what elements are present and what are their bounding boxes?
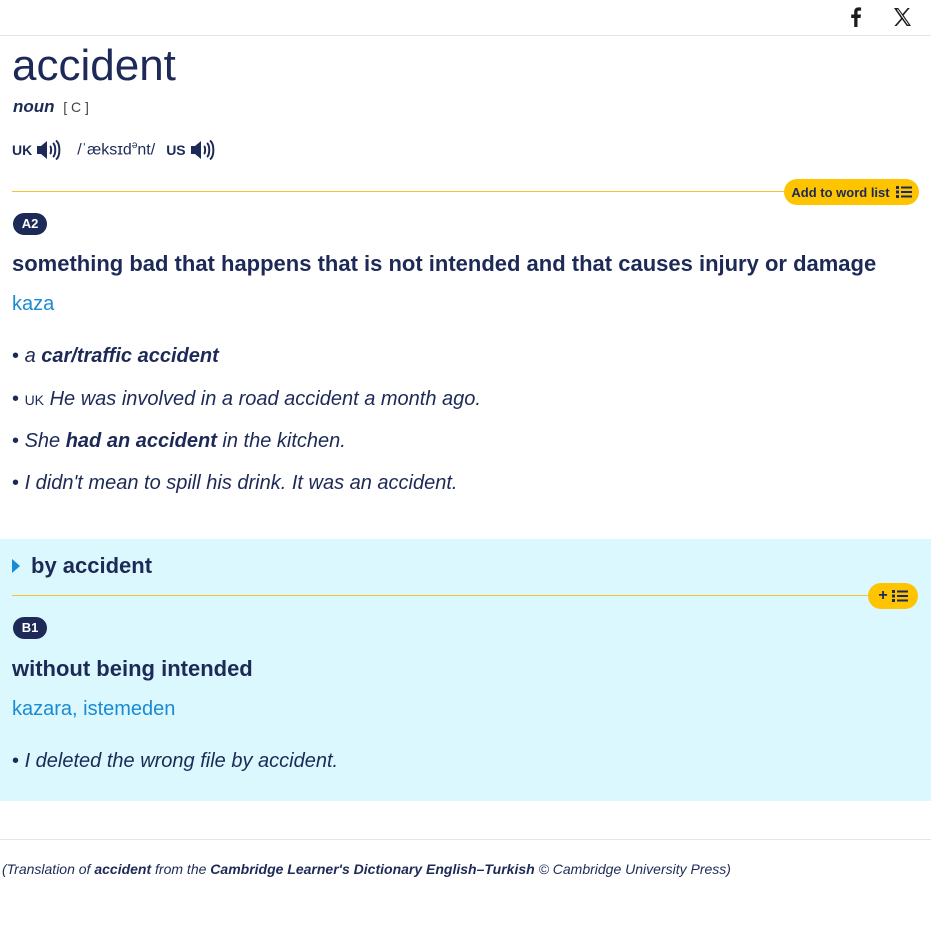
- level-badge: A2: [13, 213, 47, 235]
- level-badge: B1: [13, 617, 47, 639]
- add-to-word-list-button[interactable]: Add to word list: [784, 179, 919, 205]
- translation-credit: (Translation of accident from the Cambri…: [2, 861, 731, 877]
- uk-label: UK: [12, 142, 33, 158]
- footer-divider: [0, 839, 931, 840]
- part-of-speech: noun [ C ]: [13, 96, 89, 118]
- phrase-translation: kazara, istemeden: [12, 698, 176, 720]
- phrase-definition: without being intended: [12, 656, 253, 681]
- x-icon[interactable]: [890, 6, 914, 28]
- ipa-transcription: /ˈæksɪdənt/: [77, 140, 156, 159]
- example-sentence: • UK He was involved in a road accident …: [12, 388, 481, 410]
- pos-label: noun: [13, 97, 55, 116]
- headword: accident: [12, 41, 176, 90]
- uk-speaker-icon[interactable]: [35, 139, 61, 161]
- us-speaker-icon[interactable]: [189, 139, 215, 161]
- facebook-icon[interactable]: [844, 6, 868, 28]
- phrase-divider: [12, 595, 882, 596]
- definition: something bad that happens that is not i…: [12, 251, 877, 276]
- example-sentence: • She had an accident in the kitchen.: [12, 430, 346, 452]
- example-sentence: • a car/traffic accident: [12, 345, 219, 367]
- example-sentence: • I didn't mean to spill his drink. It w…: [12, 472, 458, 494]
- translation: kaza: [12, 293, 55, 315]
- add-phrase-to-word-list-button[interactable]: +: [868, 583, 918, 609]
- top-share-bar: [0, 0, 931, 36]
- us-label: US: [166, 142, 186, 158]
- grammar-code: [ C ]: [63, 99, 89, 115]
- list-icon: [895, 186, 912, 198]
- sense-divider: [12, 191, 802, 192]
- phrase-title[interactable]: by accident: [31, 553, 152, 579]
- example-sentence: • I deleted the wrong file by accident.: [12, 750, 339, 772]
- pronunciation-row: UK /ˈæksɪdənt/ US: [12, 138, 215, 162]
- expand-triangle-icon[interactable]: [12, 559, 20, 573]
- list-icon: [891, 590, 908, 602]
- phrase-block: by accident + B1 without being intended …: [0, 539, 931, 801]
